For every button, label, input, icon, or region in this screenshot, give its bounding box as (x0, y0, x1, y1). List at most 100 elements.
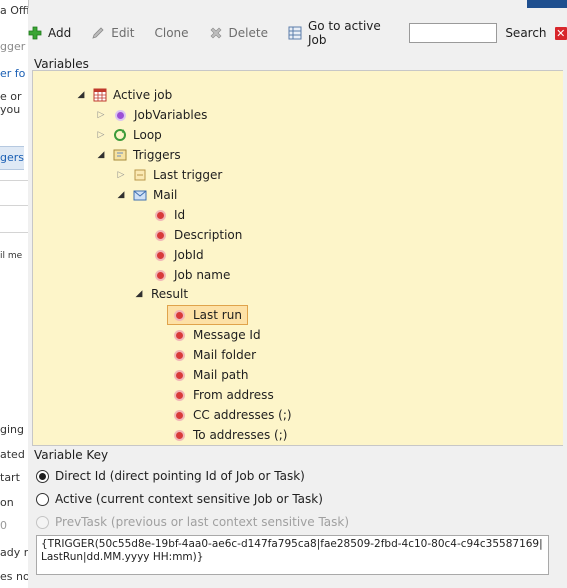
radio-label: Active (current context sensitive Job or… (55, 492, 323, 506)
edit-label: Edit (111, 26, 135, 40)
red-dot-icon (174, 429, 185, 441)
radio-circle[interactable] (36, 469, 49, 483)
tree-node-from-address[interactable]: From address (172, 386, 274, 404)
purple-dot-icon (115, 109, 126, 121)
red-dot-icon (174, 329, 185, 341)
red-dot-icon (174, 349, 185, 361)
red-dot-icon (174, 309, 185, 321)
plus-icon (28, 26, 42, 40)
background-text: e or (0, 90, 22, 103)
tree-node-to-addresses[interactable]: To addresses (;) (172, 426, 287, 444)
search-input[interactable] (409, 23, 498, 43)
radio-label: PrevTask (previous or last context sensi… (55, 515, 350, 529)
trigger-icon (133, 168, 147, 182)
red-dot-icon (174, 369, 185, 381)
tree-node-triggers[interactable]: ◢ Triggers (95, 146, 181, 164)
tree-node-mail-path[interactable]: Mail path (172, 366, 248, 384)
tree-node-description[interactable]: Description (153, 226, 242, 244)
loop-icon (113, 128, 127, 142)
background-text: you (0, 103, 21, 116)
background-text: gger (0, 40, 26, 53)
tree-node-active-job[interactable]: ◢ Active job (75, 86, 173, 104)
add-label: Add (48, 26, 72, 40)
variables-tree[interactable]: ◢ Active job ▷ JobVariables ▷ Loop ◢ Tri… (32, 70, 563, 446)
tree-node-last-trigger[interactable]: ▷ Last trigger (115, 166, 223, 184)
collapse-arrow-icon[interactable]: ◢ (133, 289, 145, 299)
tree-node-label: Description (174, 228, 243, 242)
background-window: a Offi gger er fo e or you gers il me gi… (0, 0, 29, 588)
clone-label: Clone (154, 26, 189, 40)
red-dot-icon (174, 409, 185, 421)
delete-button[interactable]: Delete (209, 26, 268, 40)
go-to-active-job-button[interactable]: Go to active Job (288, 19, 398, 47)
background-text: ated (0, 448, 25, 461)
tree-node-last-run[interactable]: Last run (167, 305, 248, 325)
tree-node-id[interactable]: Id (153, 206, 185, 224)
tree-node-label: Message Id (193, 328, 261, 342)
expand-arrow-icon[interactable]: ▷ (95, 110, 107, 120)
tree-node-label: Mail path (193, 368, 249, 382)
background-text: er fo (0, 67, 26, 80)
radio-direct-id[interactable]: Direct Id (direct pointing Id of Job or … (36, 469, 305, 483)
red-dot-icon (155, 209, 166, 221)
close-icon[interactable]: ✕ (554, 26, 567, 40)
radio-circle (36, 515, 49, 529)
expand-arrow-icon[interactable]: ▷ (95, 130, 107, 140)
mail-icon (133, 188, 147, 202)
tree-node-job-variables[interactable]: ▷ JobVariables (95, 106, 208, 124)
red-dot-icon (174, 389, 185, 401)
background-text: ging (0, 423, 24, 436)
divider (0, 232, 28, 233)
tree-node-label: Result (151, 287, 189, 301)
triggers-icon (113, 148, 127, 162)
delete-x-icon (209, 26, 223, 40)
collapse-arrow-icon[interactable]: ◢ (75, 90, 87, 100)
tree-node-label: Job name (174, 268, 231, 282)
tree-node-message-id[interactable]: Message Id (172, 326, 261, 344)
background-text: 0 (0, 519, 7, 532)
background-text: ady r (0, 546, 29, 559)
tree-node-jobid[interactable]: JobId (153, 246, 204, 264)
tree-node-label: Loop (133, 128, 162, 142)
grid-icon (288, 26, 302, 40)
collapse-arrow-icon[interactable]: ◢ (115, 190, 127, 200)
background-text: es no (0, 570, 29, 583)
table-icon (93, 88, 107, 102)
tree-node-mail-folder[interactable]: Mail folder (172, 346, 256, 364)
tree-node-label: To addresses (;) (193, 428, 288, 442)
divider (0, 205, 28, 206)
tree-node-job-name[interactable]: Job name (153, 266, 230, 284)
go-to-active-job-label: Go to active Job (307, 19, 381, 47)
tree-node-label: CC addresses (;) (193, 408, 292, 422)
variable-key-group-label: Variable Key (34, 448, 109, 462)
tree-node-label: Last run (193, 308, 242, 322)
tree-node-label: Active job (113, 88, 173, 102)
background-text: il me (0, 251, 23, 261)
radio-label: Direct Id (direct pointing Id of Job or … (55, 469, 305, 483)
clone-button[interactable]: Clone (154, 26, 188, 40)
background-text: tart (0, 471, 20, 484)
tree-node-cc-addresses[interactable]: CC addresses (;) (172, 406, 292, 424)
tree-node-label: JobId (174, 248, 204, 262)
radio-circle[interactable] (36, 492, 49, 506)
tree-node-mail[interactable]: ◢ Mail (115, 186, 178, 204)
search-button[interactable]: Search (505, 26, 546, 40)
red-dot-icon (155, 249, 166, 261)
tree-node-result[interactable]: ◢ Result (133, 285, 189, 303)
tree-node-label: Triggers (133, 148, 181, 162)
radio-active[interactable]: Active (current context sensitive Job or… (36, 492, 323, 506)
delete-label: Delete (228, 26, 268, 40)
add-button[interactable]: Add (28, 26, 71, 40)
toolbar: Add Edit Clone Delete Go to active Job S… (28, 19, 567, 47)
collapse-arrow-icon[interactable]: ◢ (95, 150, 107, 160)
radio-prevtask: PrevTask (previous or last context sensi… (36, 515, 349, 529)
variable-key-textbox[interactable]: {TRIGGER(50c55d8e-19bf-4aa0-ae6c-d147fa7… (36, 535, 549, 575)
tree-node-loop[interactable]: ▷ Loop (95, 126, 162, 144)
divider (0, 180, 28, 181)
variable-picker-dialog: Add Edit Clone Delete Go to active Job S… (28, 8, 567, 588)
background-text: a Offi (0, 4, 29, 17)
variables-group-label: Variables (34, 57, 89, 71)
pencil-icon (91, 26, 105, 40)
edit-button[interactable]: Edit (91, 26, 134, 40)
expand-arrow-icon[interactable]: ▷ (115, 170, 127, 180)
